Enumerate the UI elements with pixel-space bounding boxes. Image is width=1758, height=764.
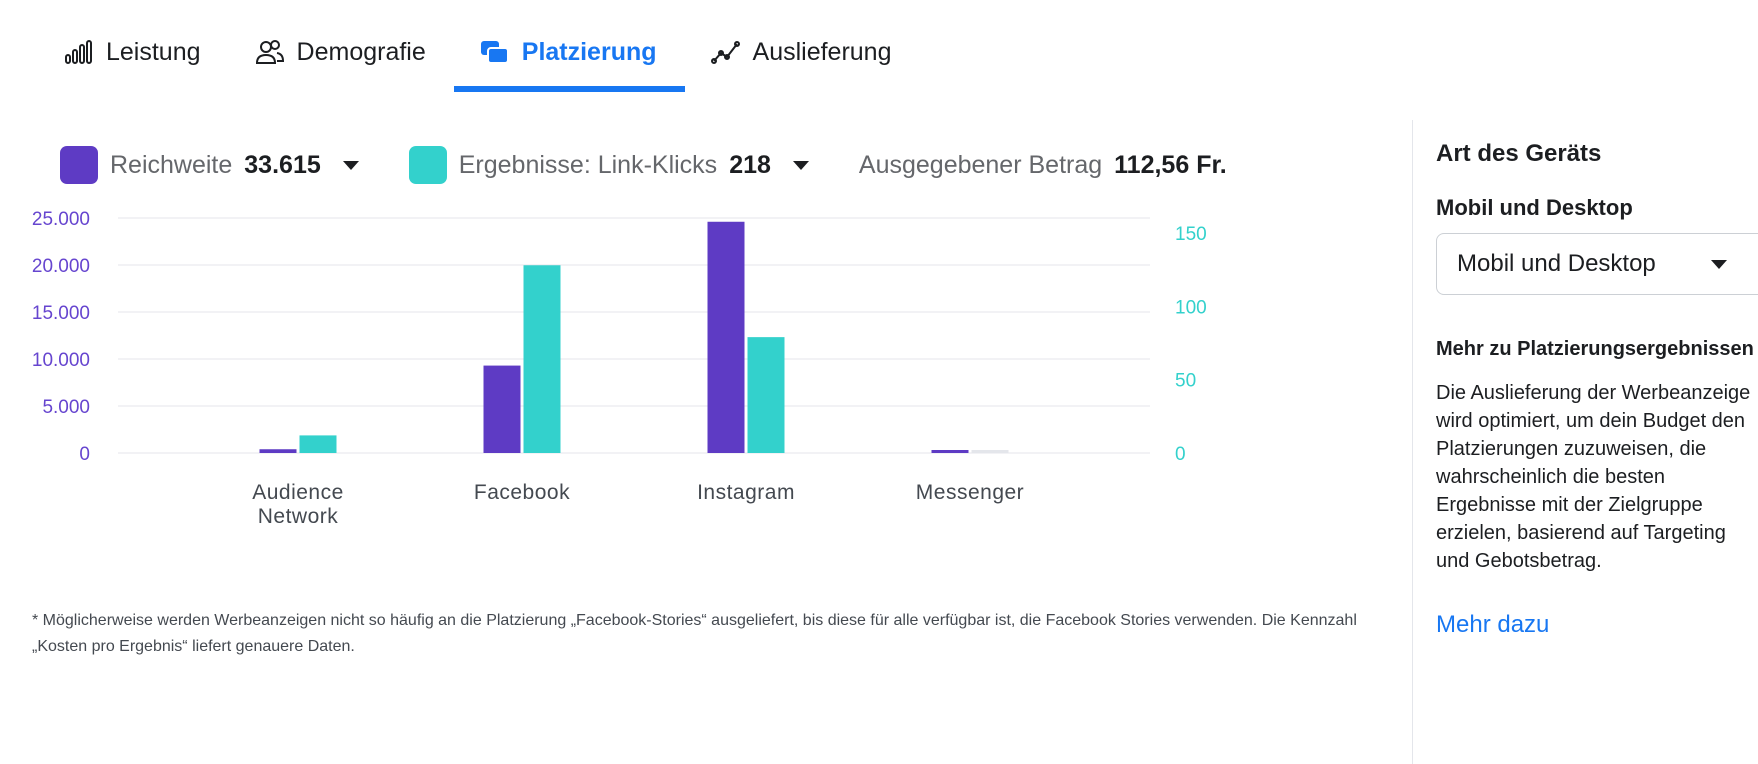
y-left-tick-label: 10.000 [32, 350, 90, 371]
bar-reach [483, 365, 521, 453]
tab-bar: Leistung Demografie Platzierung Ausliefe… [42, 14, 920, 92]
learn-more-link[interactable]: Mehr dazu [1436, 611, 1549, 639]
y-left-tick-label: 0 [79, 444, 90, 465]
y-left-tick-label: 20.000 [32, 256, 90, 277]
tab-platzierung[interactable]: Platzierung [453, 14, 685, 92]
results-label: Ergebnisse: Link-Klicks [458, 150, 718, 179]
delivery-icon [709, 35, 743, 69]
bar-reach [931, 450, 969, 453]
y-left-tick-label: 25.000 [32, 209, 90, 230]
bar-link-clicks [523, 265, 561, 453]
dropdown-value: Mobil und Desktop [1457, 250, 1656, 277]
y-left-tick-label: 5.000 [42, 397, 90, 418]
legend-spend: Ausgegebener Betrag 112,56 Fr. [859, 151, 1249, 180]
results-swatch [408, 146, 447, 184]
footnote: * Möglicherweise werden Werbeanzeigen ni… [32, 612, 1357, 655]
y-left-tick-label: 15.000 [32, 303, 90, 324]
chevron-down-icon [342, 160, 359, 170]
y-right-tick-label: 50 [1175, 371, 1196, 392]
bar-chart-icon [62, 35, 96, 69]
spend-value: 112,56 Fr. [1114, 150, 1227, 179]
tab-leistung[interactable]: Leistung [42, 14, 229, 90]
tab-auslieferung[interactable]: Auslieferung [685, 14, 920, 90]
y-right-tick-label: 150 [1175, 224, 1207, 245]
tab-label: Leistung [106, 37, 201, 66]
divider [1412, 120, 1413, 764]
chevron-down-icon [1711, 259, 1727, 269]
tab-label: Platzierung [521, 37, 657, 66]
x-category-label: Instagram [697, 481, 795, 504]
sidebar-panel: Art des Geräts Mobil und Desktop Mobil u… [1436, 140, 1758, 639]
tab-demografie[interactable]: Demografie [229, 14, 454, 90]
placement-bar-chart: 0 5.000 10.000 15.000 20.000 25.000 0 50 100 150 A… [32, 209, 1207, 528]
reach-swatch [60, 146, 98, 184]
bar-reach [259, 449, 297, 453]
y-right-tick-label: 0 [1175, 444, 1186, 465]
bar-link-clicks [971, 450, 1009, 453]
device-type-heading: Art des Geräts [1436, 140, 1602, 167]
x-category-label: Audience [252, 481, 344, 504]
legend-reach-selector[interactable]: Reichweite 33.615 [60, 146, 359, 184]
device-type-dropdown[interactable]: Mobil und Desktop [1436, 233, 1758, 295]
chart-legend: Reichweite 33.615 Ergebnisse: Link-Klick… [60, 145, 1249, 185]
description-text: Die Auslieferung der Werbeanzeige wird o… [1436, 382, 1751, 572]
spend-label: Ausgegebener Betrag [858, 150, 1103, 179]
tab-label: Demografie [296, 37, 426, 66]
people-icon [253, 35, 287, 69]
x-category-label: Facebook [474, 481, 570, 504]
y-right-tick-label: 100 [1175, 297, 1207, 318]
tab-label: Auslieferung [752, 37, 892, 66]
more-results-heading: Mehr zu Platzierungsergebnissen [1436, 338, 1754, 360]
results-value: 218 [729, 150, 771, 179]
reach-label: Reichweite [110, 150, 233, 179]
device-select-label: Mobil und Desktop [1436, 195, 1633, 220]
placement-icon [478, 35, 512, 69]
bar-link-clicks [299, 435, 337, 453]
bar-link-clicks [747, 337, 785, 453]
chevron-down-icon [792, 160, 809, 170]
x-category-label: Network [258, 505, 339, 528]
reach-value: 33.615 [244, 150, 321, 179]
legend-results-selector[interactable]: Ergebnisse: Link-Klicks 218 [408, 146, 809, 184]
bar-reach [707, 221, 745, 453]
x-category-label: Messenger [916, 481, 1024, 504]
